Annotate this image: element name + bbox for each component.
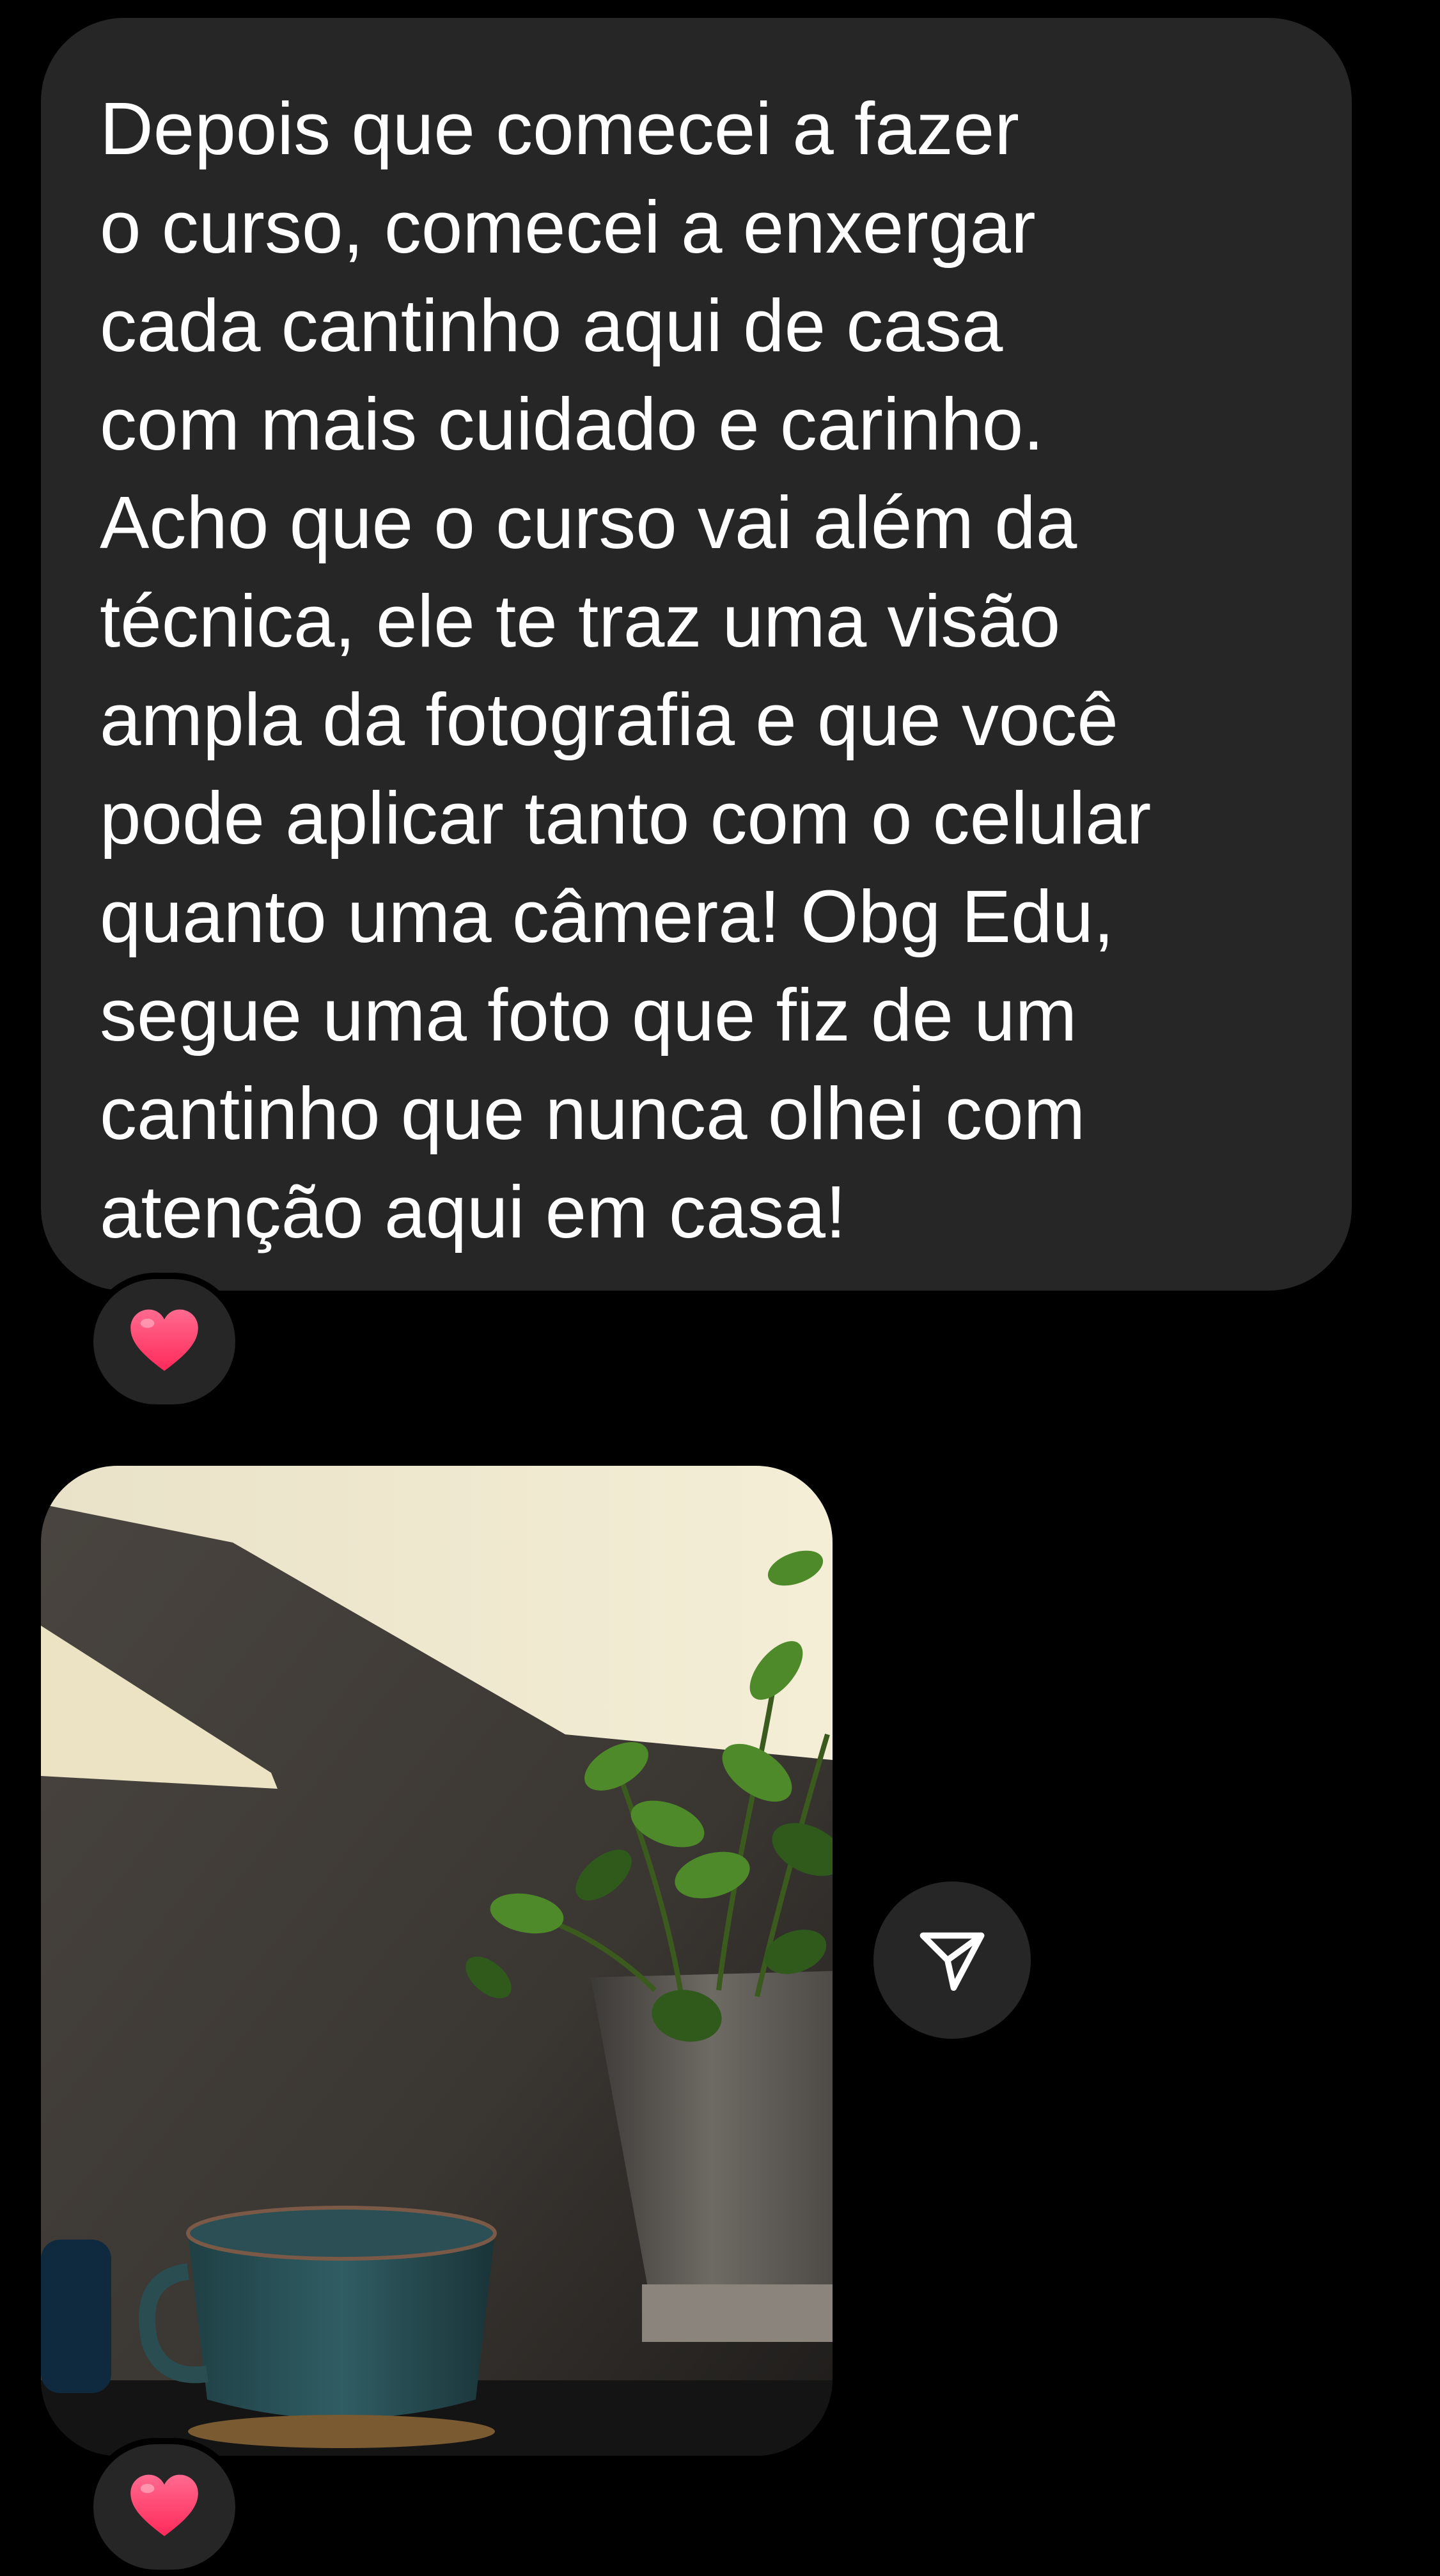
heart-icon: [130, 1309, 198, 1371]
reaction-badge[interactable]: [87, 1273, 242, 1411]
heart-icon: [130, 2474, 198, 2536]
photo-image: [41, 1466, 833, 2456]
photo-attachment[interactable]: [41, 1466, 833, 2456]
message-bubble[interactable]: Depois que comecei a fazer o curso, come…: [41, 18, 1352, 1291]
reaction-badge-photo[interactable]: [87, 2438, 242, 2576]
share-button[interactable]: [873, 1881, 1031, 2039]
send-icon: [920, 1932, 985, 1991]
message-text: Depois que comecei a fazer o curso, come…: [100, 87, 1152, 1253]
